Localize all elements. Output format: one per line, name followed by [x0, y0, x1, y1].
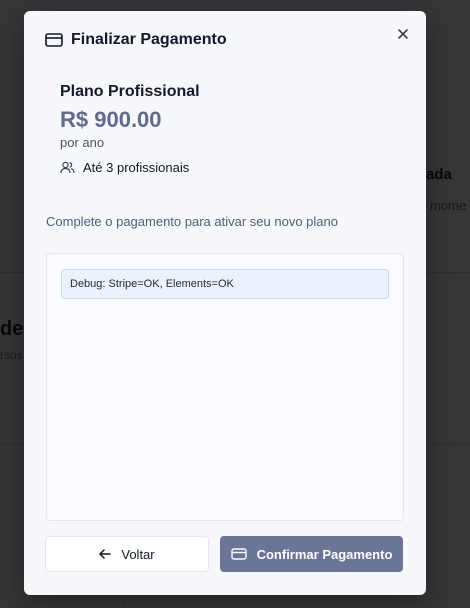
plan-summary: Plano Profissional R$ 900.00 por ano Até…: [60, 83, 200, 175]
modal-title: Finalizar Pagamento: [71, 31, 227, 48]
plan-feature-label: Até 3 profissionais: [83, 160, 190, 175]
plan-price: R$ 900.00: [60, 107, 162, 132]
payment-instruction: Complete o pagamento para ativar seu nov…: [46, 214, 338, 229]
back-button-label: Voltar: [121, 546, 155, 562]
credit-card-icon: [230, 548, 247, 560]
modal-header: Finalizar Pagamento: [45, 31, 227, 49]
confirm-button-label: Confirmar Pagamento: [256, 546, 393, 562]
payment-modal: Finalizar Pagamento Plano Profissional R…: [24, 11, 426, 595]
users-icon: [60, 161, 75, 174]
plan-feature: Até 3 profissionais: [60, 160, 200, 175]
payment-element-container[interactable]: Debug: Stripe=OK, Elements=OK: [46, 253, 404, 521]
arrow-left-icon: [99, 549, 112, 559]
back-button[interactable]: Voltar: [45, 536, 209, 572]
credit-card-icon: [45, 33, 63, 47]
close-icon: [397, 28, 409, 40]
debug-status: Debug: Stripe=OK, Elements=OK: [61, 269, 389, 299]
plan-name: Plano Profissional: [60, 83, 200, 100]
close-button[interactable]: [394, 25, 412, 43]
confirm-payment-button[interactable]: Confirmar Pagamento: [220, 536, 403, 572]
plan-period: por ano: [60, 135, 105, 150]
